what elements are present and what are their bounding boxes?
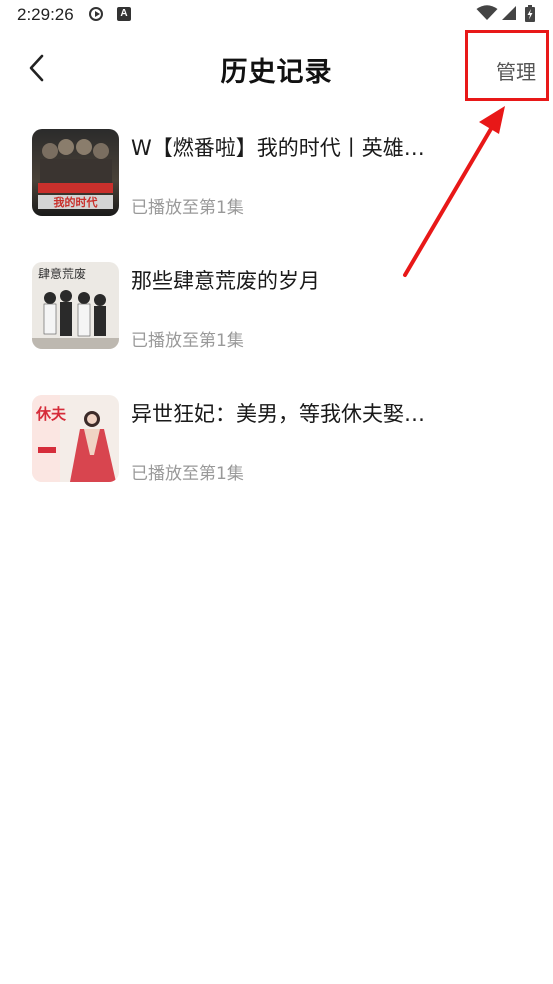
item-title: W【燃番啦】我的时代丨英雄…: [131, 136, 425, 160]
signal-icon: [502, 6, 516, 20]
history-item[interactable]: 肆意荒废 那些肆意荒废的岁月 已播放至第1集: [0, 251, 553, 384]
item-progress: 已播放至第1集: [131, 464, 244, 484]
svg-text:肆意荒废: 肆意荒废: [38, 266, 86, 281]
app-notification-icon: A: [117, 7, 131, 21]
item-progress: 已播放至第1集: [131, 198, 244, 218]
audiobook-cover: 肆意荒废: [32, 262, 119, 349]
svg-text:我的时代: 我的时代: [54, 195, 98, 209]
svg-text:休夫: 休夫: [35, 405, 67, 423]
page-title: 历史记录: [220, 57, 333, 88]
item-title: 异世狂妃：美男，等我休夫娶…: [131, 402, 425, 426]
group-of-students-cover-icon: 肆意荒废: [32, 262, 119, 349]
manage-button[interactable]: 管理: [496, 56, 536, 85]
history-list: 我的时代 W【燃番啦】我的时代丨英雄… 已播放至第1集 肆意荒废 那些肆意荒废的…: [0, 118, 553, 517]
history-item[interactable]: 休夫 异世狂妃：美男，等我休夫娶… 已播放至第1集: [0, 384, 553, 517]
header: 历史记录 管理: [0, 32, 553, 104]
audiobook-cover: 休夫: [32, 395, 119, 482]
status-bar: 2:29:26 A: [0, 0, 553, 32]
item-title: 那些肆意荒废的岁月: [131, 269, 320, 293]
status-time: 2:29:26: [17, 5, 74, 24]
play-notification-icon: [89, 7, 103, 21]
audiobook-cover: 我的时代: [32, 129, 119, 216]
item-progress: 已播放至第1集: [131, 331, 244, 351]
dark-group-portrait-cover-icon: 我的时代: [32, 129, 119, 216]
wifi-icon: [476, 5, 498, 20]
ancient-lady-cover-icon: 休夫: [32, 395, 119, 482]
battery-charging-icon: [525, 5, 535, 22]
history-item[interactable]: 我的时代 W【燃番啦】我的时代丨英雄… 已播放至第1集: [0, 118, 553, 251]
